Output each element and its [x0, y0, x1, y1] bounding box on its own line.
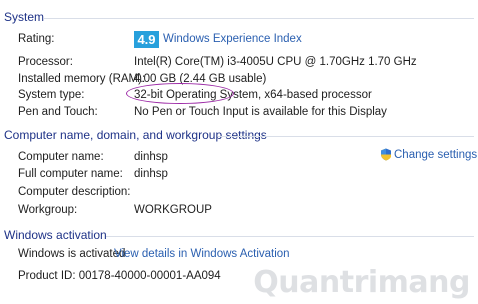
computer-name-value: dinhsp [134, 151, 168, 163]
computer-divider [218, 136, 474, 137]
change-settings-label[interactable]: Change settings [394, 149, 477, 161]
system-heading: System [4, 10, 45, 24]
computer-heading: Computer name, domain, and workgroup set… [4, 128, 267, 142]
workgroup-label: Workgroup: [18, 204, 78, 216]
full-computer-name-label: Full computer name: [18, 168, 123, 180]
activation-heading: Windows activation [4, 228, 107, 242]
computer-name-label: Computer name: [18, 151, 104, 163]
system-divider [44, 18, 474, 19]
uac-shield-icon [381, 148, 391, 161]
annotation-circle [126, 83, 234, 104]
pen-touch-value: No Pen or Touch Input is available for t… [134, 106, 387, 118]
view-activation-details-link[interactable]: View details in Windows Activation [114, 248, 290, 260]
change-settings-button[interactable]: Change settings [380, 148, 477, 161]
activation-divider [106, 236, 474, 237]
windows-experience-index-link[interactable]: Windows Experience Index [163, 33, 302, 45]
activation-status: Windows is activated [18, 248, 126, 260]
processor-value: Intel(R) Core(TM) i3-4005U CPU @ 1.70GHz… [134, 56, 417, 68]
watermark-logo: Quantrimang [253, 265, 470, 300]
memory-label: Installed memory (RAM): [18, 73, 146, 85]
workgroup-value: WORKGROUP [134, 204, 212, 216]
product-id: Product ID: 00178-40000-00001-AA094 [18, 270, 221, 282]
system-type-label: System type: [18, 89, 85, 101]
rating-label: Rating: [18, 33, 55, 45]
computer-description-label: Computer description: [18, 186, 131, 198]
experience-score-badge: 4.9 [134, 31, 159, 48]
pen-touch-label: Pen and Touch: [18, 106, 98, 118]
full-computer-name-value: dinhsp [134, 168, 168, 180]
system-type-processor: x64-based processor [264, 89, 372, 101]
processor-label: Processor: [18, 56, 73, 68]
